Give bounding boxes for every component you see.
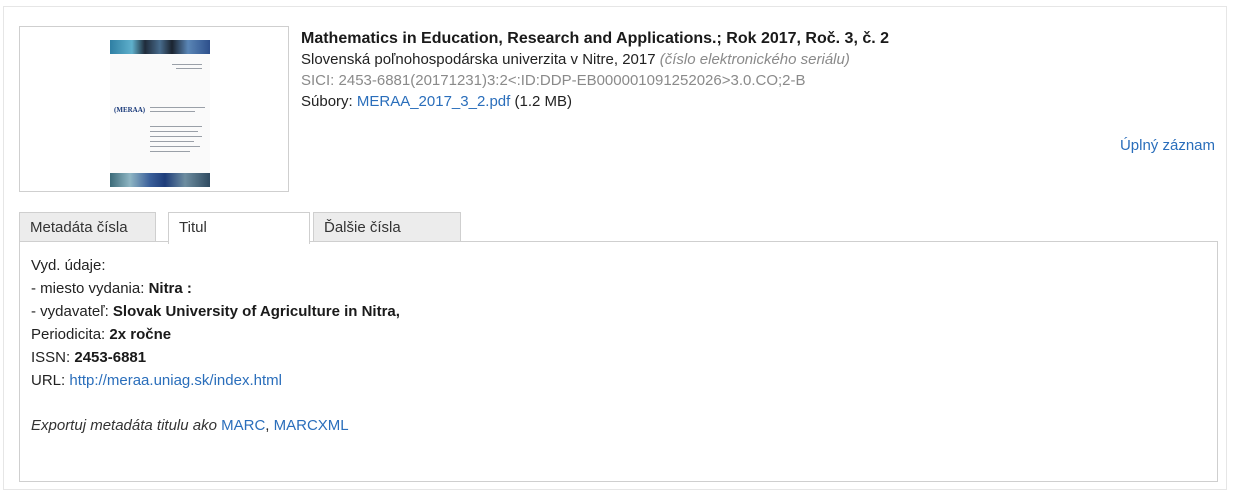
publisher-text: Slovenská poľnohospodárska univerzita v … bbox=[301, 51, 656, 68]
issn-value: 2453-6881 bbox=[74, 349, 147, 366]
url-row: URL: http://meraa.uniag.sk/index.html bbox=[31, 369, 1206, 392]
cover-thumbnail[interactable]: (MERAA) bbox=[19, 26, 289, 192]
url-label: URL: bbox=[31, 372, 66, 389]
cover-top-band bbox=[110, 40, 210, 54]
place-label: - miesto vydania: bbox=[31, 280, 145, 297]
vyd-label: Vyd. údaje: bbox=[31, 257, 106, 274]
record-container: (MERAA) Mathematics in Education, Resear… bbox=[3, 6, 1227, 490]
files-line: Súbory: MERAA_2017_3_2.pdf (1.2 MB) bbox=[301, 91, 889, 112]
cover-line bbox=[150, 136, 202, 137]
issn-row: ISSN: 2453-6881 bbox=[31, 346, 1206, 369]
cover-line bbox=[150, 131, 198, 132]
cover-bottom-band bbox=[110, 173, 210, 187]
file-link[interactable]: MERAA_2017_3_2.pdf bbox=[357, 93, 510, 110]
tab-issue-metadata[interactable]: Metadáta čísla bbox=[19, 212, 156, 242]
publisher-label: - vydavateľ: bbox=[31, 303, 109, 320]
record-info: Mathematics in Education, Research and A… bbox=[301, 28, 889, 112]
file-size: (1.2 MB) bbox=[514, 93, 573, 110]
cover-line bbox=[150, 146, 200, 147]
export-text: Exportuj metadáta titulu ako bbox=[31, 417, 217, 434]
cover-image: (MERAA) bbox=[110, 40, 210, 187]
tab-panel-title: Vyd. údaje: - miesto vydania: Nitra : - … bbox=[19, 241, 1218, 482]
publisher-note: (číslo elektronického seriálu) bbox=[659, 51, 850, 68]
periodicity-row: Periodicita: 2x ročne bbox=[31, 323, 1206, 346]
cover-line bbox=[150, 107, 205, 108]
cover-line bbox=[150, 141, 194, 142]
export-marcxml-link[interactable]: MARCXML bbox=[274, 417, 349, 434]
cover-line bbox=[150, 126, 202, 127]
place-row: - miesto vydania: Nitra : bbox=[31, 277, 1206, 300]
periodicity-label: Periodicita: bbox=[31, 326, 106, 343]
place-value: Nitra : bbox=[148, 280, 192, 297]
export-separator: , bbox=[265, 417, 270, 434]
publisher-value: Slovak University of Agriculture in Nitr… bbox=[112, 303, 400, 320]
full-record-link[interactable]: Úplný záznam bbox=[1120, 137, 1215, 154]
url-link[interactable]: http://meraa.uniag.sk/index.html bbox=[69, 372, 282, 389]
export-row: Exportuj metadáta titulu ako MARC, MARCX… bbox=[31, 414, 1206, 437]
files-label: Súbory: bbox=[301, 93, 353, 110]
cover-line bbox=[176, 68, 202, 69]
issn-label: ISSN: bbox=[31, 349, 71, 366]
export-marc-link[interactable]: MARC bbox=[221, 417, 265, 434]
tab-title[interactable]: Titul bbox=[168, 212, 310, 244]
publisher-line: Slovenská poľnohospodárska univerzita v … bbox=[301, 49, 889, 70]
tab-other-issues[interactable]: Ďalšie čísla bbox=[313, 212, 461, 242]
cover-line bbox=[150, 111, 195, 112]
cover-line bbox=[150, 151, 190, 152]
record-title: Mathematics in Education, Research and A… bbox=[301, 30, 890, 47]
periodicity-value: 2x ročne bbox=[109, 326, 172, 343]
cover-title: (MERAA) bbox=[114, 106, 146, 114]
publisher-row: - vydavateľ: Slovak University of Agricu… bbox=[31, 300, 1206, 323]
cover-line bbox=[172, 64, 202, 65]
sici-line: SICI: 2453-6881(20171231)3:2<:ID:DDP-EB0… bbox=[301, 72, 806, 89]
